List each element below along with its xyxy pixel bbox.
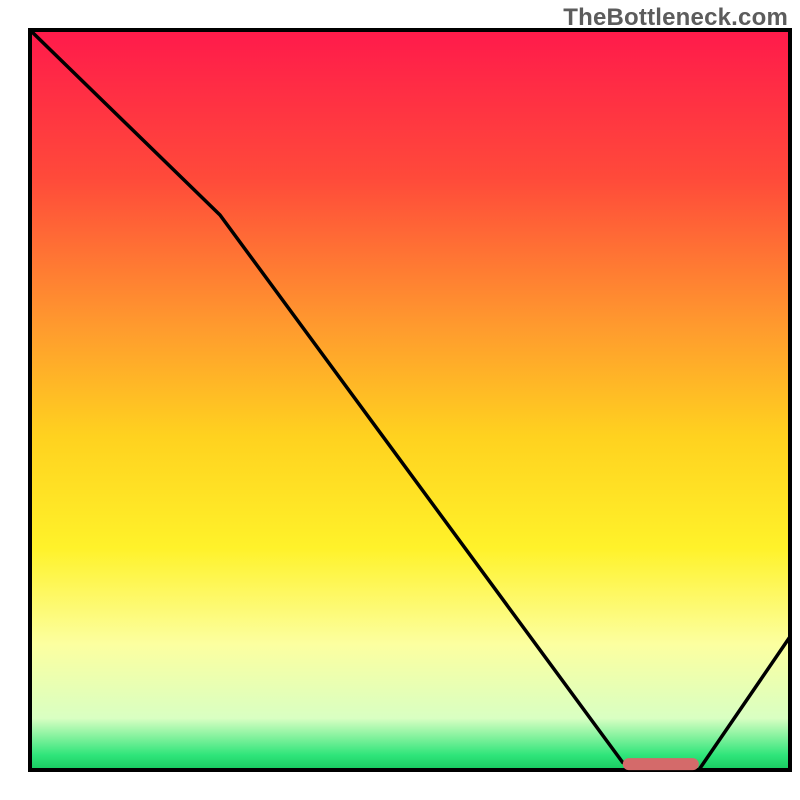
watermark-text: TheBottleneck.com (563, 4, 788, 32)
optimal-range-bar (623, 758, 699, 770)
bottleneck-chart (0, 0, 800, 800)
chart-stage: TheBottleneck.com (0, 0, 800, 800)
